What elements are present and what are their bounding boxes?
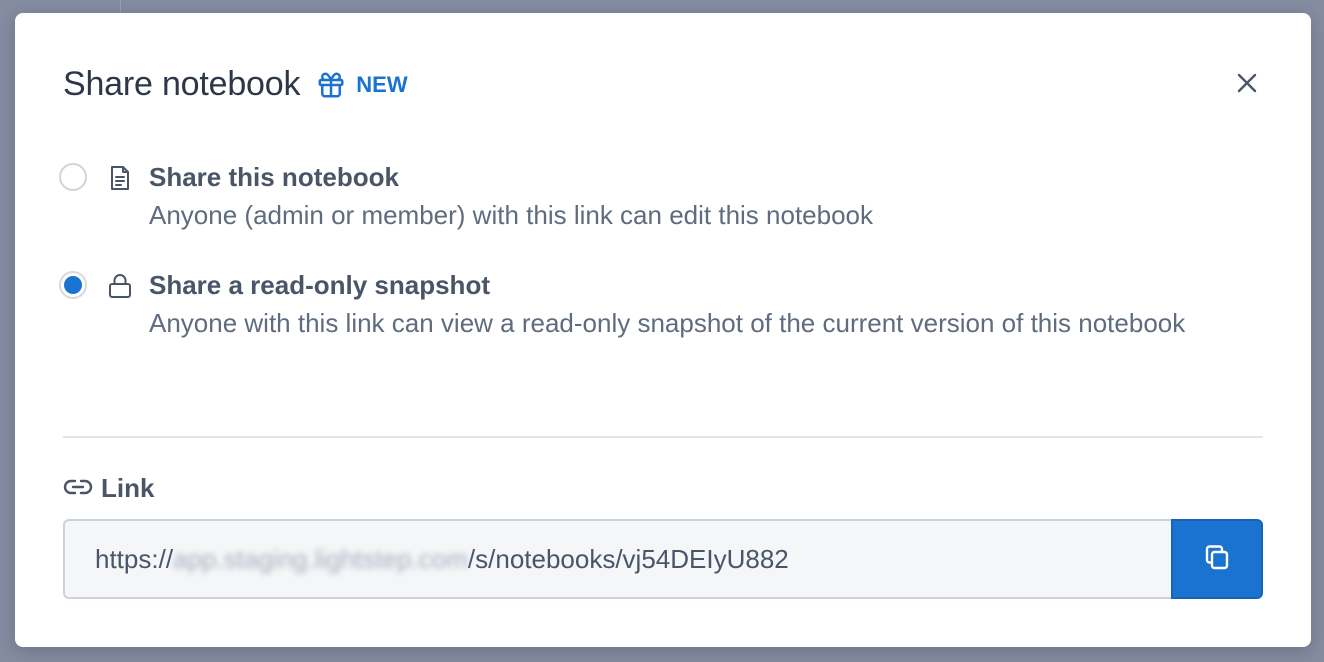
link-row: https:// app.staging.lightstep.com /s/no…: [63, 519, 1263, 599]
copy-link-button[interactable]: [1171, 519, 1263, 599]
share-notebook-dialog: Share notebook NEW Share this notebook A…: [15, 13, 1311, 647]
share-link-field[interactable]: https:// app.staging.lightstep.com /s/no…: [63, 519, 1171, 599]
option-description: Anyone (admin or member) with this link …: [149, 200, 874, 230]
dialog-header: Share notebook NEW: [63, 65, 408, 104]
share-options: Share this notebook Anyone (admin or mem…: [59, 159, 1259, 375]
link-label: Link: [63, 473, 154, 504]
link-prefix: https://: [95, 543, 174, 574]
option-read-only-snapshot[interactable]: Share a read-only snapshot Anyone with t…: [59, 267, 1259, 343]
new-badge: NEW: [316, 70, 408, 100]
section-divider: [63, 436, 1263, 438]
link-host-redacted: app.staging.lightstep.com: [173, 543, 468, 574]
close-button[interactable]: [1233, 71, 1261, 99]
link-icon: [63, 473, 93, 504]
link-path: /s/notebooks/vj54DEIyU882: [467, 543, 789, 574]
dialog-title: Share notebook: [63, 65, 301, 103]
gift-icon: [316, 70, 346, 100]
option-description: Anyone with this link can view a read-on…: [149, 308, 1186, 338]
radio-share-notebook[interactable]: [59, 163, 87, 191]
radio-read-only-snapshot[interactable]: [59, 271, 87, 299]
new-badge-label: NEW: [356, 71, 408, 97]
option-title: Share this notebook: [149, 162, 399, 192]
copy-icon: [1202, 542, 1232, 577]
document-icon: [105, 165, 135, 191]
close-icon: [1236, 72, 1258, 99]
lock-icon: [105, 273, 135, 299]
background-divider: [120, 0, 121, 12]
option-title: Share a read-only snapshot: [149, 270, 490, 300]
radio-selected-dot: [64, 276, 82, 294]
link-label-text: Link: [101, 473, 155, 503]
option-share-notebook[interactable]: Share this notebook Anyone (admin or mem…: [59, 159, 1259, 235]
